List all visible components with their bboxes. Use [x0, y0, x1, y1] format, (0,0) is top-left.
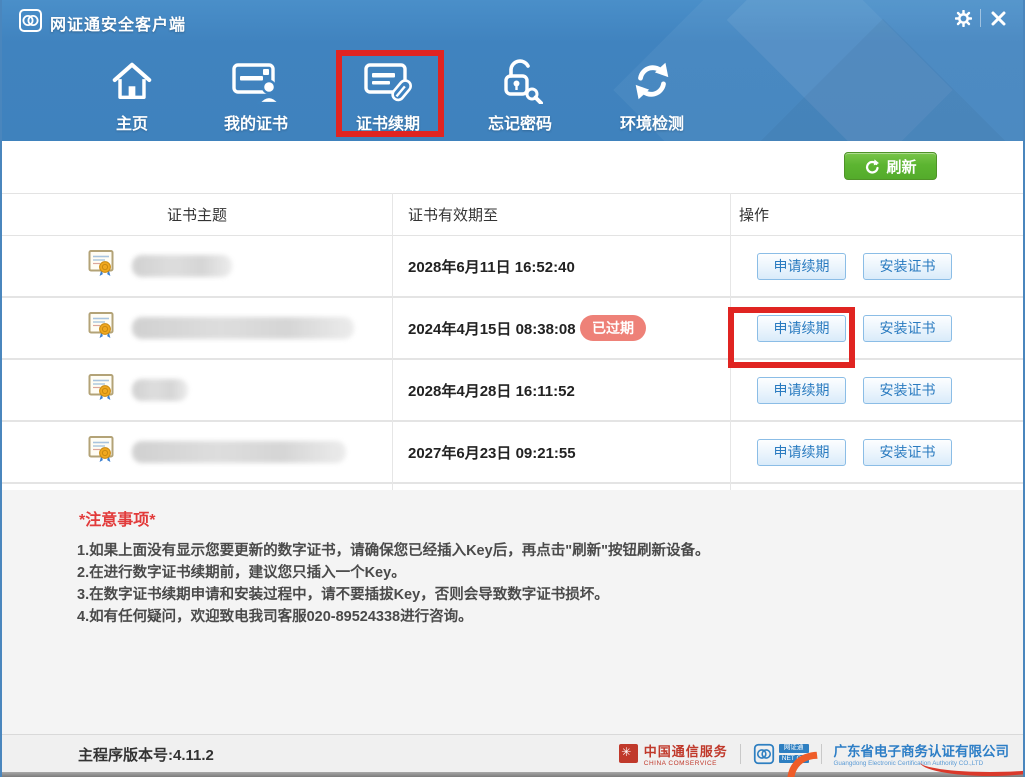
footer: 主程序版本号:4.11.2 中国通信服务 CHINA COMSERVICE 网证…	[2, 734, 1023, 772]
cell-expiry: 2028年4月28日 16:11:52	[408, 360, 730, 420]
app-window: 网证通安全客户端 主页 我的证书 证书续期 忘记密码 环境检测 刷新 证书主题 …	[0, 0, 1025, 777]
tab-my-certificates[interactable]: 我的证书	[200, 50, 312, 136]
column-header-subject: 证书主题	[166, 207, 227, 224]
china-comservice-en: CHINA COMSERVICE	[643, 759, 718, 767]
cell-actions: 申请续期 安装证书	[739, 422, 1023, 482]
expiry-date: 2024年4月15日 08:38:08	[408, 320, 576, 338]
apply-renewal-button[interactable]: 申请续期	[757, 438, 846, 466]
china-comservice-mark-icon	[618, 744, 638, 763]
tab-home[interactable]: 主页	[76, 50, 188, 136]
column-header-expiry: 证书有效期至	[408, 207, 499, 224]
china-comservice-logo: 中国通信服务 CHINA COMSERVICE	[618, 741, 728, 767]
expiry-date: 2028年6月11日 16:52:40	[408, 258, 575, 276]
certificate-icon	[88, 312, 114, 345]
table-header: 证书主题 证书有效期至 操作	[2, 193, 1023, 236]
close-icon[interactable]	[981, 5, 1015, 31]
toolbar: 刷新	[2, 141, 1023, 193]
cell-subject	[2, 236, 392, 296]
netca-name: 网证通	[778, 744, 809, 753]
expiry-date: 2027年6月23日 09:21:55	[408, 444, 576, 462]
cell-subject	[2, 298, 392, 358]
certificate-table: 证书主题 证书有效期至 操作 2028年6月11日 16:52:40 申请续期 …	[2, 193, 1023, 484]
card-person-icon	[230, 50, 282, 104]
gear-icon[interactable]	[946, 5, 980, 31]
tab-label: 主页	[115, 116, 148, 133]
titlebar: 网证通安全客户端	[2, 0, 1023, 42]
apply-renewal-button[interactable]: 申请续期	[757, 376, 846, 404]
home-icon	[109, 50, 155, 104]
column-divider	[392, 193, 393, 490]
version-label: 主程序版本号:4.11.2	[78, 747, 214, 764]
cell-actions: 申请续期 安装证书	[739, 360, 1023, 420]
annotation-box-renew-button	[728, 307, 855, 368]
tab-environment-check[interactable]: 环境检测	[596, 50, 708, 136]
table-row: 2028年4月28日 16:11:52 申请续期 安装证书	[2, 360, 1023, 422]
install-certificate-button[interactable]: 安装证书	[863, 252, 952, 280]
cell-expiry: 2027年6月23日 09:21:55	[408, 422, 730, 482]
nav-tabs: 主页 我的证书 证书续期 忘记密码 环境检测	[2, 42, 1023, 141]
certificate-icon	[88, 250, 114, 283]
lock-wrench-icon	[497, 50, 543, 104]
refresh-button[interactable]: 刷新	[844, 152, 937, 180]
annotation-box-renewal-tab	[336, 50, 444, 137]
note-item: 2.在进行数字证书续期前，建议您只插入一个Key。	[77, 565, 406, 581]
window-bottom-edge	[2, 772, 1023, 777]
cell-expiry: 2028年6月11日 16:52:40	[408, 236, 730, 296]
cell-actions: 申请续期 安装证书	[739, 236, 1023, 296]
cell-subject	[2, 422, 392, 482]
notes-section: *注意事项* 1.如果上面没有显示您要更新的数字证书，请确保您已经插入Key后，…	[2, 490, 1023, 734]
note-item: 1.如果上面没有显示您要更新的数字证书，请确保您已经插入Key后，再点击"刷新"…	[77, 543, 710, 559]
china-comservice-name: 中国通信服务	[643, 743, 728, 759]
note-item: 3.在数字证书续期申请和安装过程中，请不要插拔Key，否则会导致数字证书损坏。	[77, 587, 609, 603]
app-logo-icon	[18, 8, 43, 38]
tab-label: 环境检测	[619, 116, 684, 133]
window-controls	[946, 4, 1015, 32]
redacted-subject	[132, 317, 354, 339]
expiry-date: 2028年4月28日 16:11:52	[408, 382, 575, 400]
tab-forgot-password[interactable]: 忘记密码	[464, 50, 576, 136]
cell-subject	[2, 360, 392, 420]
netca-mark-icon	[753, 743, 774, 764]
cell-expiry: 2024年4月15日 08:38:08 已过期	[408, 298, 730, 358]
redacted-subject	[132, 255, 232, 277]
expired-badge: 已过期	[580, 315, 646, 341]
column-header-actions: 操作	[739, 207, 770, 224]
app-title: 网证通安全客户端	[50, 17, 187, 34]
logo-divider	[739, 743, 741, 764]
certificate-icon	[88, 374, 114, 407]
notes-title: *注意事项*	[79, 512, 156, 529]
table-row: 2024年4月15日 08:38:08 已过期 申请续期 安装证书	[2, 298, 1023, 360]
certificate-icon	[88, 436, 114, 469]
cycle-arrows-icon	[629, 50, 675, 104]
refresh-label: 刷新	[886, 158, 917, 176]
note-item: 4.如有任何疑问，欢迎致电我司客服020-89524338进行咨询。	[77, 609, 473, 625]
notes-list: 1.如果上面没有显示您要更新的数字证书，请确保您已经插入Key后，再点击"刷新"…	[77, 540, 709, 628]
install-certificate-button[interactable]: 安装证书	[863, 376, 952, 404]
table-row: 2028年6月11日 16:52:40 申请续期 安装证书	[2, 236, 1023, 298]
redacted-subject	[132, 441, 346, 463]
tab-label: 我的证书	[223, 116, 288, 133]
tab-label: 忘记密码	[487, 116, 552, 133]
redacted-subject	[132, 379, 188, 401]
apply-renewal-button[interactable]: 申请续期	[757, 252, 846, 280]
install-certificate-button[interactable]: 安装证书	[863, 314, 952, 342]
install-certificate-button[interactable]: 安装证书	[863, 438, 952, 466]
app-header: 网证通安全客户端 主页 我的证书 证书续期 忘记密码 环境检测	[2, 0, 1023, 141]
refresh-circle-icon	[866, 158, 880, 174]
table-row: 2027年6月23日 09:21:55 申请续期 安装证书	[2, 422, 1023, 484]
